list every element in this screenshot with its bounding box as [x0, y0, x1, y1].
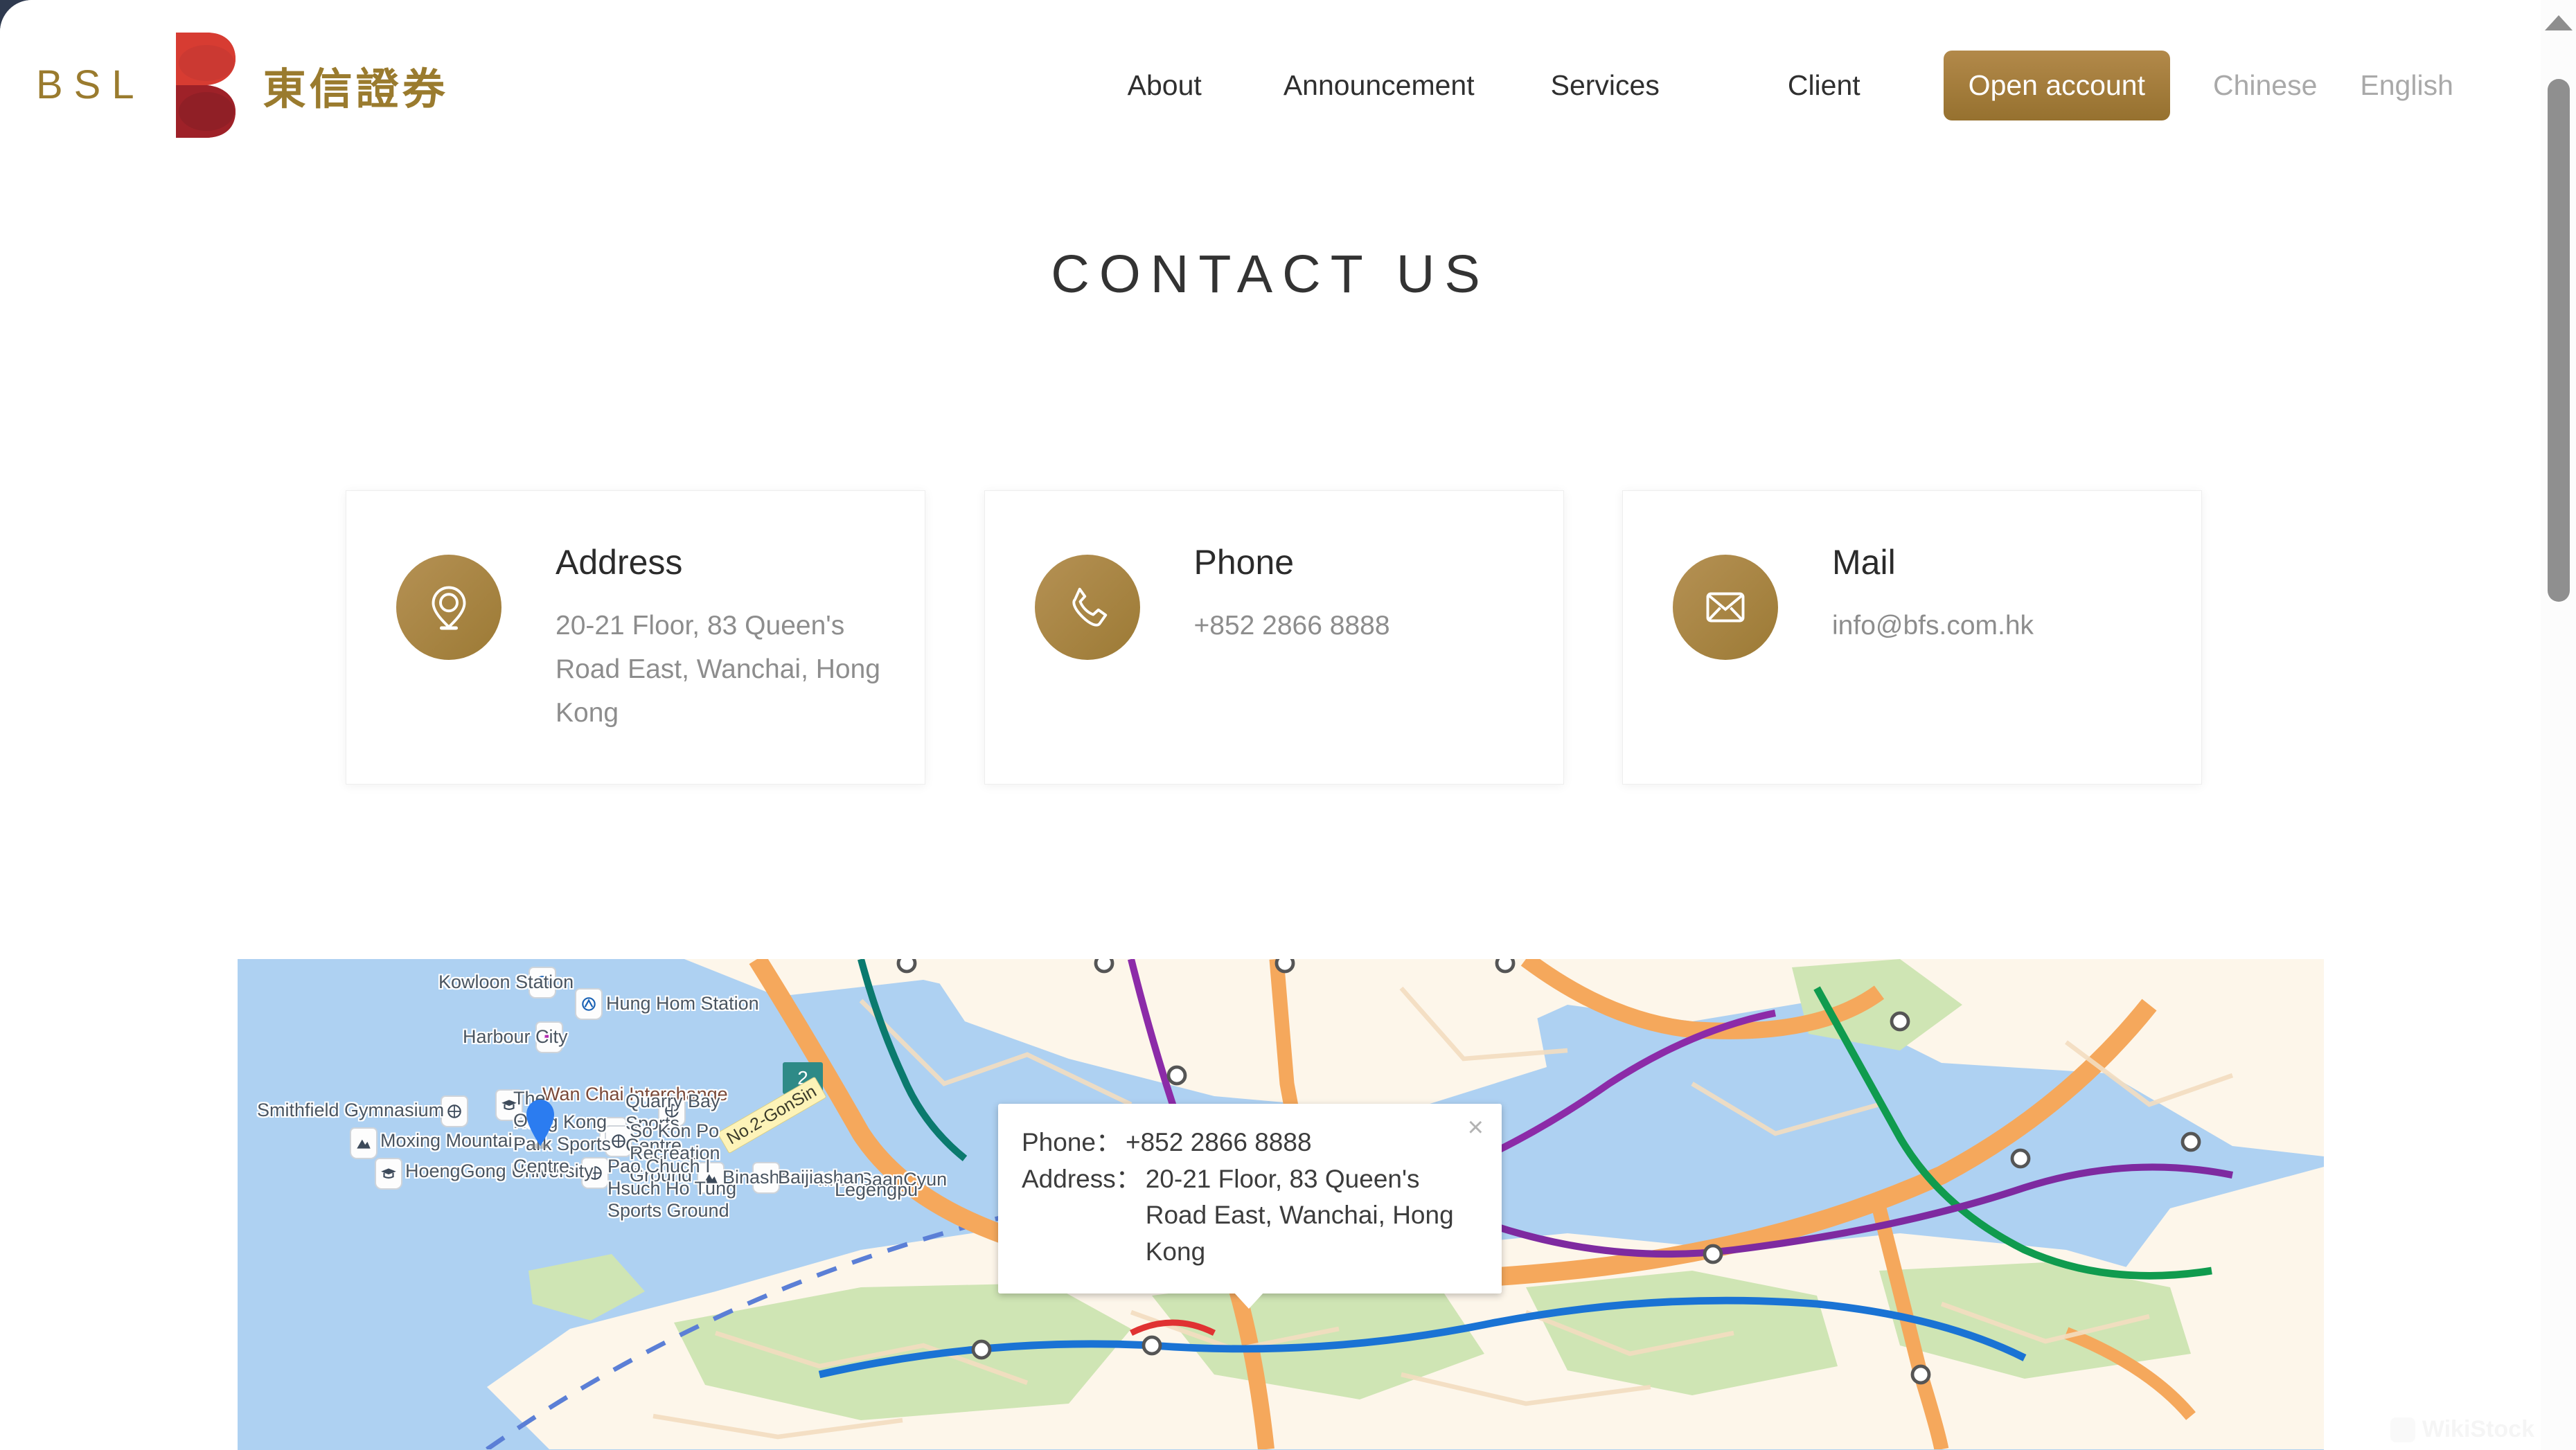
contact-card-address[interactable]: Address 20-21 Floor, 83 Queen's Road Eas…	[346, 490, 925, 785]
card-text-mail: info@bfs.com.hk	[1832, 611, 2034, 641]
wikistock-logo-icon	[2390, 1417, 2415, 1442]
info-window-tail	[1234, 1292, 1264, 1309]
card-title-address: Address	[556, 543, 683, 582]
open-account-button[interactable]: Open account	[1943, 50, 2170, 120]
wikistock-watermark: WikiStock	[2390, 1416, 2534, 1443]
card-body: Phone +852 2866 8888	[1194, 539, 1390, 647]
info-row-address: Address： 20-21 Floor, 83 Queen's Road Ea…	[1022, 1161, 1478, 1271]
page-viewport: BSL 東信證券 About Announcement Services Cli	[0, 0, 2576, 1450]
page-title: CONTACT US	[1051, 244, 1490, 304]
card-title-phone: Phone	[1193, 543, 1295, 582]
card-body: Mail info@bfs.com.hk	[1832, 539, 2034, 647]
map-pin-icon	[396, 555, 501, 660]
phone-icon	[1034, 555, 1140, 660]
bsl-b-mark-icon	[163, 30, 245, 141]
nav-item-services[interactable]: Services	[1551, 69, 1660, 102]
card-text-address: 20-21 Floor, 83 Queen's Road East, Wanch…	[556, 611, 880, 728]
sports-icon	[581, 1157, 609, 1189]
main-navigation: About Announcement Services Client Open …	[1128, 50, 2453, 120]
envelope-icon	[1673, 555, 1778, 660]
location-marker-pin[interactable]	[522, 1098, 559, 1149]
shopping-icon	[535, 1021, 563, 1053]
info-address-value: 20-21 Floor, 83 Queen's Road East, Wanch…	[1145, 1164, 1454, 1266]
sports-icon	[441, 1095, 468, 1127]
scroll-up-arrow-icon[interactable]	[2544, 15, 2573, 30]
mountain-icon	[350, 1127, 377, 1159]
page-scrollbar[interactable]	[2541, 0, 2576, 1450]
nav-item-announcement[interactable]: Announcement	[1283, 69, 1475, 102]
university-icon	[495, 1089, 523, 1121]
nav-item-about[interactable]: About	[1128, 69, 1202, 102]
sports-icon	[605, 1125, 632, 1157]
contact-cards-row: Address 20-21 Floor, 83 Queen's Road Eas…	[346, 490, 2202, 785]
mountain-icon	[752, 1162, 780, 1194]
site-header: BSL 東信證券 About Announcement Services Cli	[0, 0, 2541, 170]
brand-chinese-name: 東信證券	[263, 64, 449, 114]
brand-logo[interactable]: BSL 東信證券	[36, 30, 449, 141]
info-address-label: Address：	[1022, 1164, 1142, 1193]
close-icon[interactable]: ×	[1468, 1113, 1484, 1141]
card-title-mail: Mail	[1832, 543, 1896, 582]
info-phone-label: Phone：	[1022, 1128, 1121, 1156]
card-text-phone: +852 2866 8888	[1193, 611, 1390, 641]
info-phone-value: +852 2866 8888	[1126, 1128, 1312, 1156]
mountain-icon	[697, 1162, 725, 1194]
contact-card-mail[interactable]: Mail info@bfs.com.hk	[1622, 490, 2202, 785]
card-body: Address 20-21 Floor, 83 Queen's Road Eas…	[556, 539, 881, 735]
watermark-text: WikiStock	[2422, 1416, 2534, 1442]
contact-card-phone[interactable]: Phone +852 2866 8888	[984, 490, 1564, 785]
browser-window-frame: BSL 東信證券 About Announcement Services Cli	[0, 0, 2576, 1450]
scrollbar-thumb[interactable]	[2547, 79, 2570, 602]
language-english[interactable]: English	[2360, 69, 2453, 102]
mtr-station-icon	[575, 988, 603, 1020]
map-info-window[interactable]: × Phone： +852 2866 8888 Address： 20-21 F…	[998, 1104, 1502, 1309]
language-chinese[interactable]: Chinese	[2213, 69, 2317, 102]
brand-letters: BSL	[36, 62, 145, 107]
nav-item-client[interactable]: Client	[1788, 69, 1860, 102]
university-icon	[375, 1158, 402, 1190]
mtr-station-icon	[528, 967, 556, 999]
sports-icon	[658, 1095, 686, 1127]
info-row-phone: Phone： +852 2866 8888	[1022, 1125, 1478, 1161]
